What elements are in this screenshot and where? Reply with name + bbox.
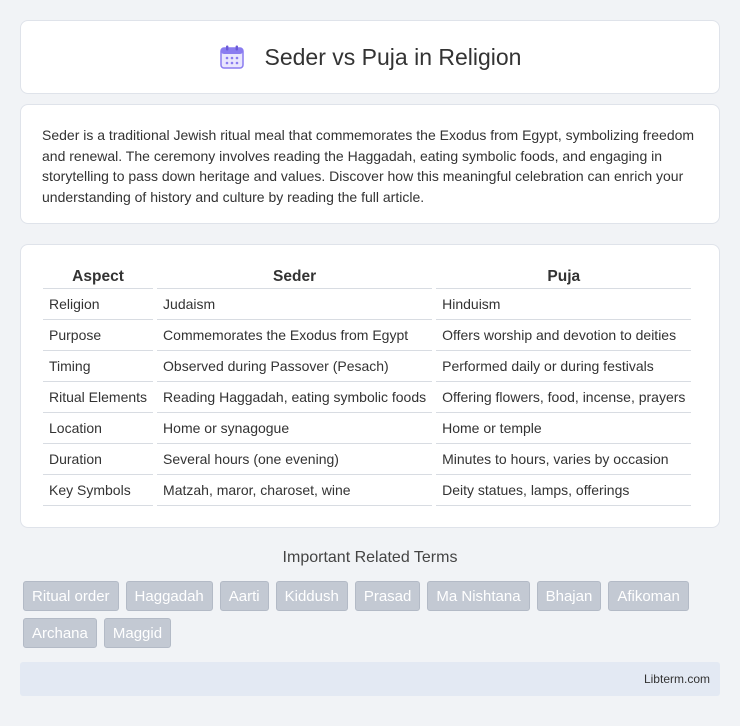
cell-puja: Deity statues, lamps, offerings <box>436 475 692 506</box>
table-header-row: Aspect Seder Puja <box>43 265 692 289</box>
table-row: Duration Several hours (one evening) Min… <box>43 444 692 475</box>
cell-seder: Observed during Passover (Pesach) <box>157 351 433 382</box>
cell-aspect: Ritual Elements <box>43 382 154 413</box>
cell-seder: Reading Haggadah, eating symbolic foods <box>157 382 433 413</box>
table-row: Ritual Elements Reading Haggadah, eating… <box>43 382 692 413</box>
footer: Libterm.com <box>20 662 720 696</box>
footer-site-link[interactable]: Libterm.com <box>644 672 710 686</box>
cell-puja: Performed daily or during festivals <box>436 351 692 382</box>
cell-puja: Offers worship and devotion to deities <box>436 320 692 351</box>
cell-aspect: Timing <box>43 351 154 382</box>
table-row: Timing Observed during Passover (Pesach)… <box>43 351 692 382</box>
cell-seder: Matzah, maror, charoset, wine <box>157 475 433 506</box>
table-row: Key Symbols Matzah, maror, charoset, win… <box>43 475 692 506</box>
cell-aspect: Location <box>43 413 154 444</box>
comparison-table: Aspect Seder Puja Religion Judaism Hindu… <box>39 265 695 506</box>
intro-text: Seder is a traditional Jewish ritual mea… <box>42 127 695 205</box>
tag-aarti[interactable]: Aarti <box>219 581 269 611</box>
title-wrap: Seder vs Puja in Religion <box>219 43 522 71</box>
header-puja: Puja <box>436 265 692 289</box>
cell-puja: Minutes to hours, varies by occasion <box>436 444 692 475</box>
cell-seder: Judaism <box>157 289 433 320</box>
cell-seder: Home or synagogue <box>157 413 433 444</box>
tag-ma-nishtana[interactable]: Ma Nishtana <box>427 581 530 611</box>
tag-prasad[interactable]: Prasad <box>354 581 421 611</box>
intro-card: Seder is a traditional Jewish ritual mea… <box>20 104 720 224</box>
cell-seder: Commemorates the Exodus from Egypt <box>157 320 433 351</box>
tag-haggadah[interactable]: Haggadah <box>125 581 213 611</box>
page-title: Seder vs Puja in Religion <box>264 43 522 70</box>
header-card: Seder vs Puja in Religion <box>20 20 720 94</box>
related-terms-title: Important Related Terms <box>282 549 458 566</box>
header-aspect: Aspect <box>43 265 154 289</box>
tag-archana[interactable]: Archana <box>23 618 97 648</box>
cell-aspect: Key Symbols <box>43 475 154 506</box>
tag-bhajan[interactable]: Bhajan <box>536 581 602 611</box>
tag-afikoman[interactable]: Afikoman <box>608 581 689 611</box>
cell-puja: Offering flowers, food, incense, prayers <box>436 382 692 413</box>
calendar-icon <box>219 45 244 69</box>
tag-ritual-order[interactable]: Ritual order <box>23 581 119 611</box>
cell-aspect: Duration <box>43 444 154 475</box>
table-row: Purpose Commemorates the Exodus from Egy… <box>43 320 692 351</box>
cell-puja: Home or temple <box>436 413 692 444</box>
related-terms-tags: Ritual order Haggadah Aarti Kiddush Pras… <box>23 581 723 648</box>
tag-maggid[interactable]: Maggid <box>103 618 172 648</box>
comparison-card: Aspect Seder Puja Religion Judaism Hindu… <box>20 244 720 528</box>
cell-aspect: Purpose <box>43 320 154 351</box>
header-seder: Seder <box>157 265 433 289</box>
table-row: Religion Judaism Hinduism <box>43 289 692 320</box>
cell-puja: Hinduism <box>436 289 692 320</box>
cell-seder: Several hours (one evening) <box>157 444 433 475</box>
table-row: Location Home or synagogue Home or templ… <box>43 413 692 444</box>
tag-kiddush[interactable]: Kiddush <box>275 581 348 611</box>
cell-aspect: Religion <box>43 289 154 320</box>
